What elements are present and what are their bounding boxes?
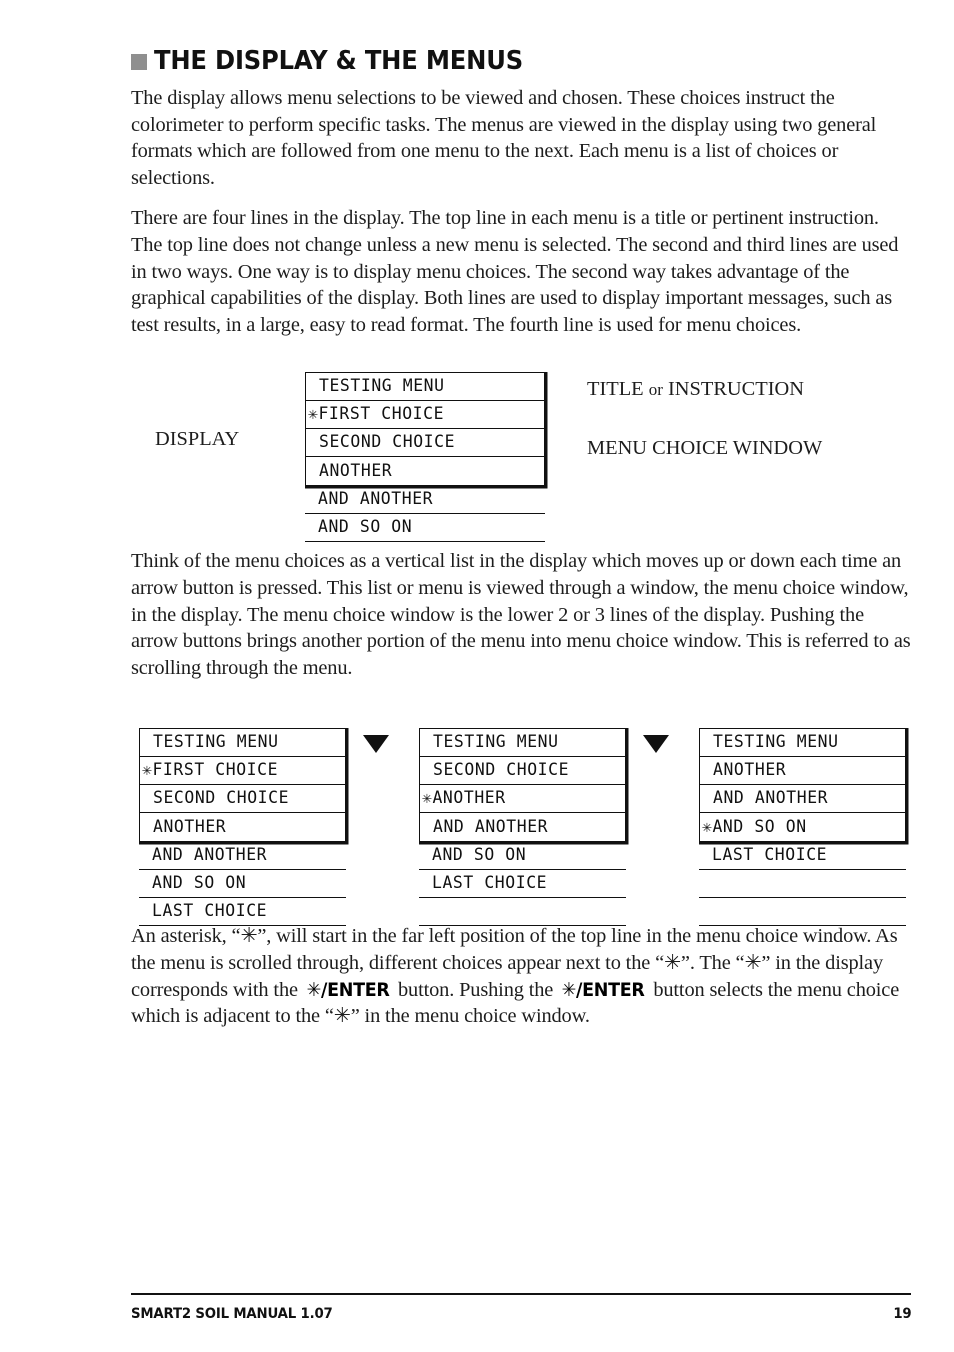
menu-choice-window-box: TESTING MENU ✳FIRST CHOICE SECOND CHOICE… <box>305 372 545 486</box>
callout-or-word: or <box>648 380 663 399</box>
arrow-down-icon <box>363 735 389 753</box>
lcd-line: LAST CHOICE <box>419 870 626 898</box>
lcd-line <box>699 870 906 898</box>
paragraph-intro: The display allows menu selections to be… <box>131 87 877 189</box>
figure-scrolling-sequence: TESTING MENU ✳FIRST CHOICE SECOND CHOICE… <box>131 728 911 943</box>
lcd-line: AND SO ON <box>139 870 346 898</box>
lcd-line: TESTING MENU <box>700 729 905 757</box>
paragraph-scrolling: Think of the menu choices as a vertical … <box>131 550 911 679</box>
lcd-line: LAST CHOICE <box>699 842 906 870</box>
paragraph-four-lines: There are four lines in the display. The… <box>131 207 899 336</box>
page-footer: SMART2 SOIL MANUAL 1.07 19 <box>131 1306 911 1322</box>
enter-button-reference-2: ✳/ENTER <box>561 978 645 1001</box>
enter-button-reference-1: ✳/ENTER <box>306 978 390 1001</box>
footer-divider <box>131 1293 911 1295</box>
lcd-line: ✳ANOTHER <box>420 785 625 813</box>
display-panel: TESTING MENU ✳FIRST CHOICE SECOND CHOICE… <box>305 372 545 542</box>
menu-overflow-lines: AND ANOTHER AND SO ON <box>305 486 545 542</box>
lcd-line: TESTING MENU <box>140 729 345 757</box>
lcd-line <box>419 898 626 926</box>
lcd-line: ANOTHER <box>319 460 393 480</box>
page-title-text: THE DISPLAY & THE MENUS <box>154 46 523 76</box>
lcd-line: LAST CHOICE <box>139 898 346 926</box>
document-page: THE DISPLAY & THE MENUS The display allo… <box>0 0 954 1352</box>
figure-callouts: TITLE or INSTRUCTION MENU CHOICE WINDOW <box>587 378 907 460</box>
lcd-line: AND ANOTHER <box>305 486 545 514</box>
menu-overflow-lines: AND ANOTHER AND SO ON LAST CHOICE <box>139 842 346 926</box>
callout-title-word: TITLE <box>587 378 644 400</box>
lcd-line: TESTING MENU <box>420 729 625 757</box>
lcd-line: SECOND CHOICE <box>420 757 625 785</box>
lcd-line: AND SO ON <box>305 514 545 542</box>
asterisk-text-b: button. Pushing the <box>393 978 559 1001</box>
callout-instruction-word: INSTRUCTION <box>668 378 804 400</box>
lcd-line: ANOTHER <box>153 816 227 836</box>
lcd-line: SECOND CHOICE <box>140 785 345 813</box>
figure-display-overview: DISPLAY TESTING MENU ✳FIRST CHOICE SECON… <box>131 370 911 555</box>
display-panel-step-3: TESTING MENU ANOTHER AND ANOTHER ✳AND SO… <box>699 728 906 926</box>
menu-choice-window-box: TESTING MENU ✳FIRST CHOICE SECOND CHOICE… <box>139 728 346 842</box>
lcd-line: ✳AND SO ON <box>702 816 807 836</box>
page-title: THE DISPLAY & THE MENUS <box>131 46 911 76</box>
lcd-line: SECOND CHOICE <box>306 429 544 457</box>
lcd-line: AND ANOTHER <box>700 785 905 813</box>
lcd-line: ✳FIRST CHOICE <box>140 757 345 785</box>
display-label: DISPLAY <box>155 428 240 450</box>
callout-title-instruction: TITLE or INSTRUCTION <box>587 378 907 401</box>
display-panel-step-1: TESTING MENU ✳FIRST CHOICE SECOND CHOICE… <box>139 728 346 926</box>
arrow-down-icon <box>643 735 669 753</box>
menu-overflow-lines: AND SO ON LAST CHOICE <box>419 842 626 926</box>
lcd-line: ✳FIRST CHOICE <box>306 401 544 429</box>
menu-choice-window-box: TESTING MENU ANOTHER AND ANOTHER ✳AND SO… <box>699 728 906 842</box>
lcd-line: TESTING MENU <box>306 373 544 401</box>
lcd-line: AND ANOTHER <box>139 842 346 870</box>
menu-overflow-lines: LAST CHOICE <box>699 842 906 926</box>
callout-menu-choice-window: MENU CHOICE WINDOW <box>587 437 823 459</box>
menu-choice-window-box: TESTING MENU SECOND CHOICE ✳ANOTHER AND … <box>419 728 626 842</box>
square-bullet-icon <box>131 54 147 70</box>
footer-page-number: 19 <box>892 1306 911 1322</box>
display-panel-step-2: TESTING MENU SECOND CHOICE ✳ANOTHER AND … <box>419 728 626 926</box>
lcd-line: ANOTHER <box>700 757 905 785</box>
footer-manual-title: SMART2 SOIL MANUAL 1.07 <box>131 1306 333 1322</box>
lcd-line <box>699 898 906 926</box>
lcd-line: AND ANOTHER <box>433 816 549 836</box>
lcd-line: AND SO ON <box>419 842 626 870</box>
